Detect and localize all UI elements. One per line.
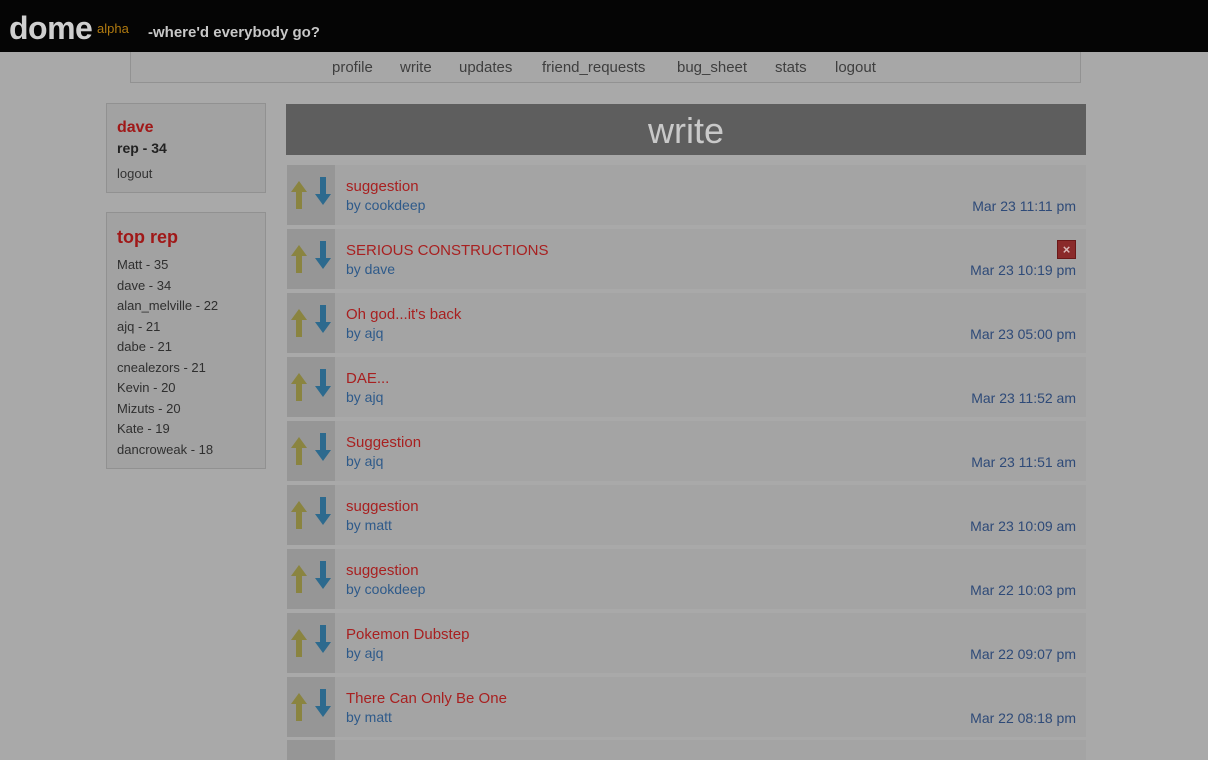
top-rep-list: Matt - 35 dave - 34 alan_melville - 22 a… [117,257,218,462]
main-nav: profile write updates friend_requests bu… [130,52,1081,83]
up-arrow-icon[interactable] [291,181,307,209]
post-timestamp: Mar 22 10:03 pm [970,582,1076,598]
post-row-partial [287,740,1086,760]
post-title-link[interactable]: suggestion [346,178,419,196]
up-arrow-icon[interactable] [291,437,307,465]
post-title-link[interactable]: suggestion [346,498,419,516]
up-arrow-icon[interactable] [291,245,307,273]
rep-entry[interactable]: dave - 34 [117,278,218,299]
rep-entry[interactable]: alan_melville - 22 [117,298,218,319]
vote-column [287,549,335,609]
up-arrow-icon[interactable] [291,309,307,337]
post-author-link[interactable]: by ajq [346,645,383,662]
site-logo[interactable]: dome [9,10,93,46]
post-timestamp: Mar 23 11:52 am [971,390,1076,406]
vote-column [287,357,335,417]
post-timestamp: Mar 23 11:11 pm [972,198,1076,214]
down-arrow-icon[interactable] [315,497,331,525]
post-timestamp: Mar 23 05:00 pm [970,326,1076,342]
post-row: Pokemon Dubstep by ajq Mar 22 09:07 pm [287,613,1086,673]
post-row: suggestion by cookdeep Mar 23 11:11 pm [287,165,1086,225]
user-box: dave rep - 34 logout [106,103,266,193]
post-timestamp: Mar 23 10:09 am [970,518,1076,534]
vote-column [287,421,335,481]
sidebar-logout-link[interactable]: logout [117,166,152,181]
logo-alpha-tag: alpha [97,21,129,36]
top-rep-title: top rep [117,227,178,247]
post-author-link[interactable]: by matt [346,709,392,726]
down-arrow-icon[interactable] [315,305,331,333]
user-name[interactable]: dave [117,119,153,137]
vote-column [287,677,335,737]
rep-entry[interactable]: Kate - 19 [117,421,218,442]
up-arrow-icon[interactable] [291,565,307,593]
post-timestamp: Mar 22 08:18 pm [970,710,1076,726]
post-author-link[interactable]: by ajq [346,389,383,406]
down-arrow-icon[interactable] [315,369,331,397]
post-row: There Can Only Be One by matt Mar 22 08:18… [287,677,1086,737]
down-arrow-icon[interactable] [315,433,331,461]
down-arrow-icon[interactable] [315,561,331,589]
rep-entry[interactable]: Matt - 35 [117,257,218,278]
post-author-link[interactable]: by cookdeep [346,581,425,598]
post-row: Oh god...it's back by ajq Mar 23 05:00 pm [287,293,1086,353]
vote-column [287,293,335,353]
post-row: DAE... by ajq Mar 23 11:52 am [287,357,1086,417]
up-arrow-icon[interactable] [291,373,307,401]
post-row: suggestion by matt Mar 23 10:09 am [287,485,1086,545]
user-rep: rep - 34 [117,140,167,156]
top-rep-box: top rep Matt - 35 dave - 34 alan_melvill… [106,212,266,469]
rep-entry[interactable]: Kevin - 20 [117,380,218,401]
nav-updates[interactable]: updates [459,59,512,77]
page-header: write [286,104,1086,155]
vote-column [287,229,335,289]
post-author-link[interactable]: by ajq [346,325,383,342]
down-arrow-icon[interactable] [315,689,331,717]
up-arrow-icon[interactable] [291,629,307,657]
top-bar: dome alpha -where'd everybody go? [0,0,1208,52]
down-arrow-icon[interactable] [315,625,331,653]
close-icon[interactable]: × [1057,240,1076,259]
vote-column [287,165,335,225]
post-title-link[interactable]: There Can Only Be One [346,690,507,708]
rep-entry[interactable]: dabe - 21 [117,339,218,360]
post-row: suggestion by cookdeep Mar 22 10:03 pm [287,549,1086,609]
post-title-link[interactable]: Oh god...it's back [346,306,461,324]
post-timestamp: Mar 23 10:19 pm [970,262,1076,278]
down-arrow-icon[interactable] [315,177,331,205]
post-title-link[interactable]: Pokemon Dubstep [346,626,469,644]
nav-profile[interactable]: profile [332,59,373,77]
post-title-link[interactable]: SERIOUS CONSTRUCTIONS [346,242,549,260]
rep-entry[interactable]: dancroweak - 18 [117,442,218,463]
post-author-link[interactable]: by ajq [346,453,383,470]
nav-bug-sheet[interactable]: bug_sheet [677,59,747,77]
site-tagline: -where'd everybody go? [148,24,320,41]
nav-write[interactable]: write [400,59,432,77]
up-arrow-icon[interactable] [291,501,307,529]
post-title-link[interactable]: suggestion [346,562,419,580]
post-row: SERIOUS CONSTRUCTIONS by dave Mar 23 10:19… [287,229,1086,289]
post-author-link[interactable]: by matt [346,517,392,534]
vote-column [287,613,335,673]
nav-logout[interactable]: logout [835,59,876,77]
nav-friend-requests[interactable]: friend_requests [542,59,645,77]
post-row: Suggestion by ajq Mar 23 11:51 am [287,421,1086,481]
down-arrow-icon[interactable] [315,241,331,269]
post-timestamp: Mar 22 09:07 pm [970,646,1076,662]
post-title-link[interactable]: Suggestion [346,434,421,452]
up-arrow-icon[interactable] [291,693,307,721]
page-title: write [647,110,724,151]
vote-column [287,740,335,760]
post-author-link[interactable]: by dave [346,261,395,278]
post-author-link[interactable]: by cookdeep [346,197,425,214]
rep-entry[interactable]: ajq - 21 [117,319,218,340]
rep-entry[interactable]: cnealezors - 21 [117,360,218,381]
vote-column [287,485,335,545]
post-timestamp: Mar 23 11:51 am [971,454,1076,470]
rep-entry[interactable]: Mizuts - 20 [117,401,218,422]
post-title-link[interactable]: DAE... [346,370,389,388]
nav-stats[interactable]: stats [775,59,807,77]
